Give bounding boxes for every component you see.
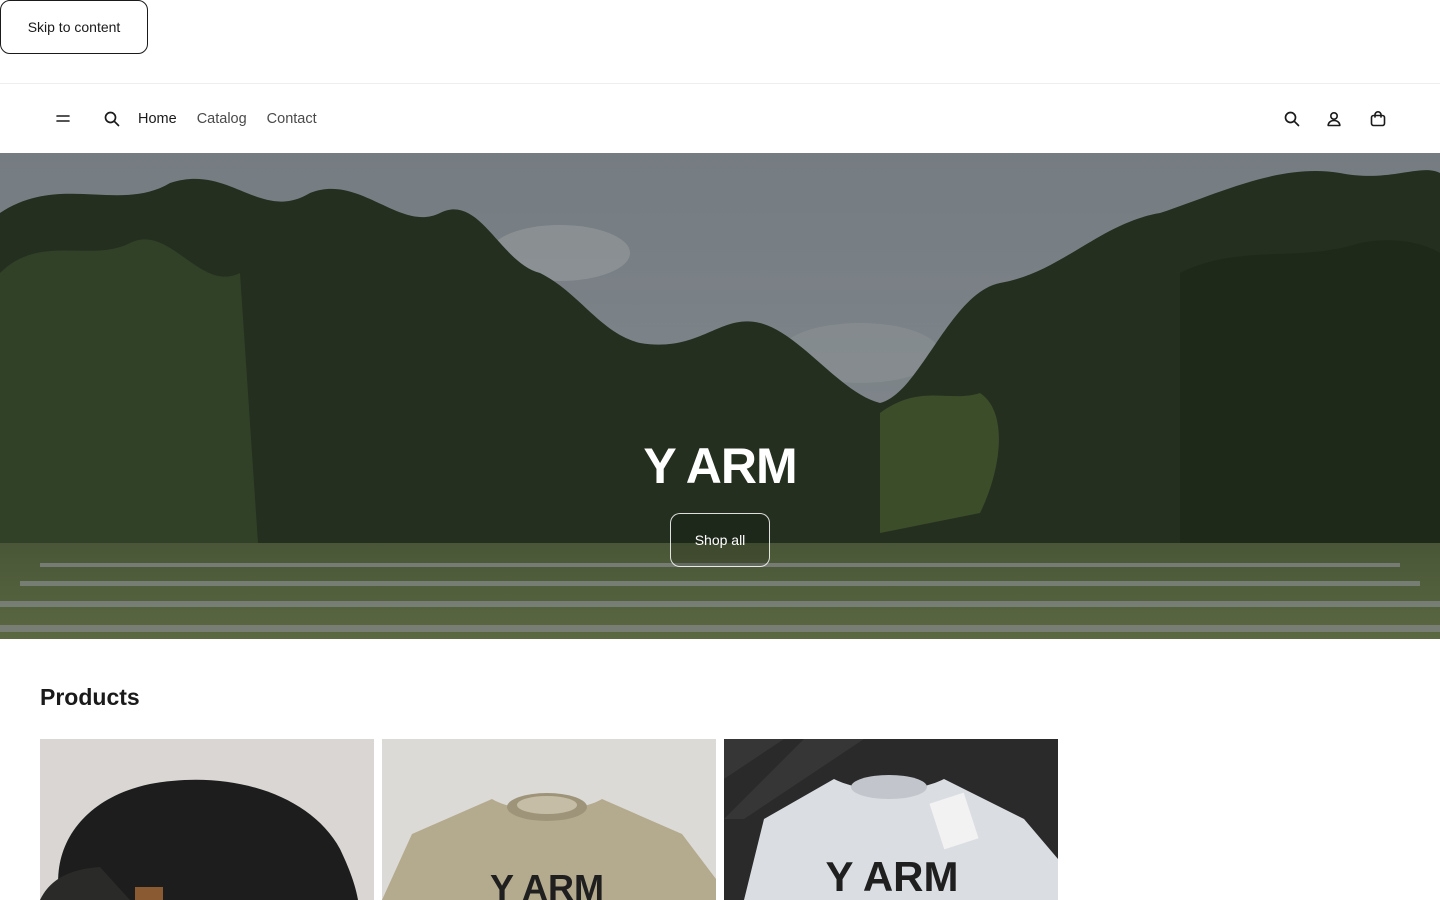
menu-icon — [56, 115, 70, 122]
hero-banner: Y ARM Shop all — [0, 153, 1440, 639]
skip-to-content-link[interactable]: Skip to content — [0, 0, 148, 54]
product-card-beanie[interactable] — [40, 739, 374, 900]
search-button-left[interactable] — [96, 103, 128, 135]
shop-all-button[interactable]: Shop all — [670, 513, 770, 567]
product-card-tan-tshirt[interactable]: Y ARM — [382, 739, 716, 900]
main-nav: Home Catalog Contact — [138, 109, 317, 129]
search-button[interactable] — [1276, 103, 1308, 135]
search-icon — [104, 111, 120, 127]
skip-bar: Skip to content — [0, 0, 1440, 84]
nav-link-catalog[interactable]: Catalog — [197, 109, 247, 129]
product-card-white-tshirt[interactable]: Y ARM — [724, 739, 1058, 900]
search-icon — [1284, 111, 1300, 127]
cart-icon — [1370, 111, 1386, 127]
product-grid: Y ARM Y ARM — [40, 739, 1058, 900]
hero-title: Y ARM — [643, 438, 797, 494]
hero-content: Y ARM Shop all — [0, 437, 1440, 567]
account-button[interactable] — [1318, 103, 1350, 135]
black-beanie-photo — [40, 739, 374, 900]
white-tshirt-photo: Y ARM — [724, 739, 1058, 900]
tan-tshirt-print: Y ARM — [490, 867, 604, 900]
nav-link-contact[interactable]: Contact — [267, 109, 317, 129]
white-tshirt-print: Y ARM — [825, 853, 958, 900]
site-header: Home Catalog Contact — [0, 85, 1440, 153]
account-icon — [1327, 111, 1341, 127]
products-heading: Products — [40, 684, 140, 710]
cart-button[interactable] — [1362, 103, 1394, 135]
menu-button[interactable] — [47, 103, 79, 135]
tan-tshirt-photo: Y ARM — [382, 739, 716, 900]
nav-link-home[interactable]: Home — [138, 109, 177, 129]
